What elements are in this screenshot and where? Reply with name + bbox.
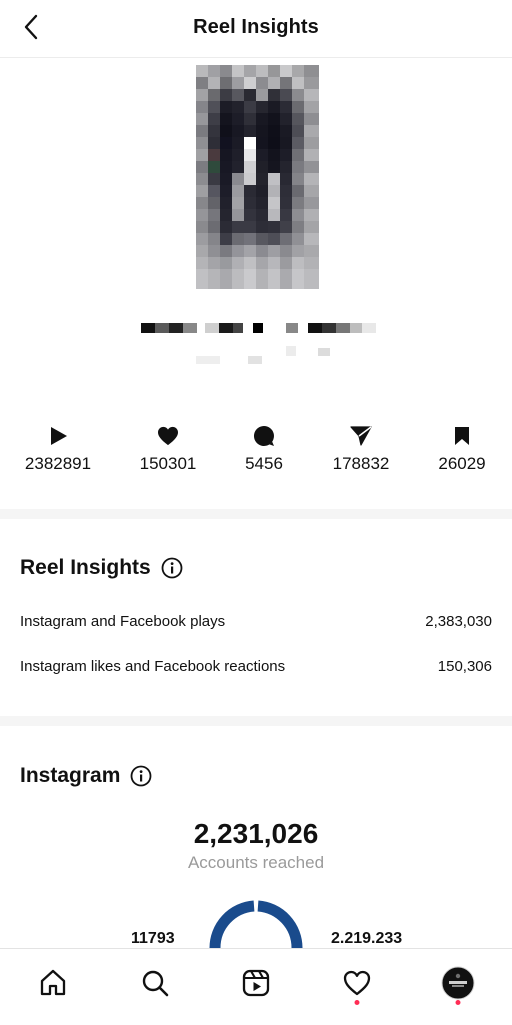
- bottom-nav: [0, 948, 512, 1025]
- info-icon[interactable]: [161, 557, 183, 579]
- comments-count: 5456: [245, 454, 283, 473]
- shares-count: 178832: [332, 454, 390, 473]
- nav-reels[interactable]: [236, 963, 276, 1003]
- nav-profile[interactable]: [438, 963, 478, 1003]
- home-icon: [40, 969, 66, 996]
- insight-label: Instagram likes and Facebook reactions: [20, 658, 286, 675]
- reach-right-value: 2.219.233: [331, 930, 403, 947]
- reach-donut-chart: [209, 900, 303, 948]
- reel-insights-title: Reel Insights: [20, 556, 151, 579]
- donut-segment-left: [209, 900, 255, 948]
- redacted-caption: [196, 346, 330, 364]
- insight-row-likes: Instagram likes and Facebook reactions 1…: [20, 658, 492, 675]
- section-divider: [0, 716, 512, 726]
- bookmark-icon: [455, 427, 469, 445]
- insight-value: 150,306: [437, 658, 492, 675]
- share-icon: [350, 426, 372, 446]
- info-icon[interactable]: [130, 765, 152, 787]
- page-title: Reel Insights: [193, 16, 319, 38]
- reel-thumbnail[interactable]: [196, 65, 319, 289]
- saves-stat: 26029: [412, 425, 512, 474]
- reel-insights-heading: Reel Insights: [20, 556, 183, 580]
- accounts-reached-label: Accounts reached: [187, 853, 325, 872]
- saves-count: 26029: [438, 454, 486, 473]
- comment-icon: [253, 426, 274, 446]
- accounts-reached-value: 2,231,026: [193, 818, 319, 849]
- likes-stat: 150301: [118, 425, 218, 474]
- donut-segment-right: [257, 900, 303, 948]
- search-icon: [142, 970, 169, 997]
- insight-row-plays: Instagram and Facebook plays 2,383,030: [20, 613, 492, 630]
- instagram-heading: Instagram: [20, 764, 152, 788]
- insight-label: Instagram and Facebook plays: [20, 613, 226, 630]
- plays-count: 2382891: [24, 454, 92, 473]
- profile-avatar: [441, 966, 475, 1000]
- activity-heart-icon: [343, 970, 371, 996]
- activity-notification-dot: [354, 1000, 360, 1005]
- nav-search[interactable]: [135, 963, 175, 1003]
- insight-value: 2,383,030: [425, 613, 492, 630]
- heart-icon: [158, 426, 178, 446]
- reels-icon: [242, 969, 270, 997]
- profile-notification-dot: [455, 1000, 461, 1005]
- comments-stat: 5456: [214, 425, 314, 474]
- redacted-username: [141, 323, 376, 333]
- nav-home[interactable]: [33, 963, 73, 1003]
- instagram-title: Instagram: [20, 764, 121, 787]
- header: Reel Insights: [0, 0, 512, 58]
- section-divider: [0, 509, 512, 519]
- reach-left-value: 11793: [131, 930, 175, 947]
- reel-stats-row: 2382891 150301 5456 178832 26029: [0, 425, 512, 485]
- play-icon: [51, 427, 67, 445]
- nav-activity[interactable]: [337, 963, 377, 1003]
- plays-stat: 2382891: [8, 425, 108, 474]
- likes-count: 150301: [139, 454, 197, 473]
- shares-stat: 178832: [311, 425, 411, 474]
